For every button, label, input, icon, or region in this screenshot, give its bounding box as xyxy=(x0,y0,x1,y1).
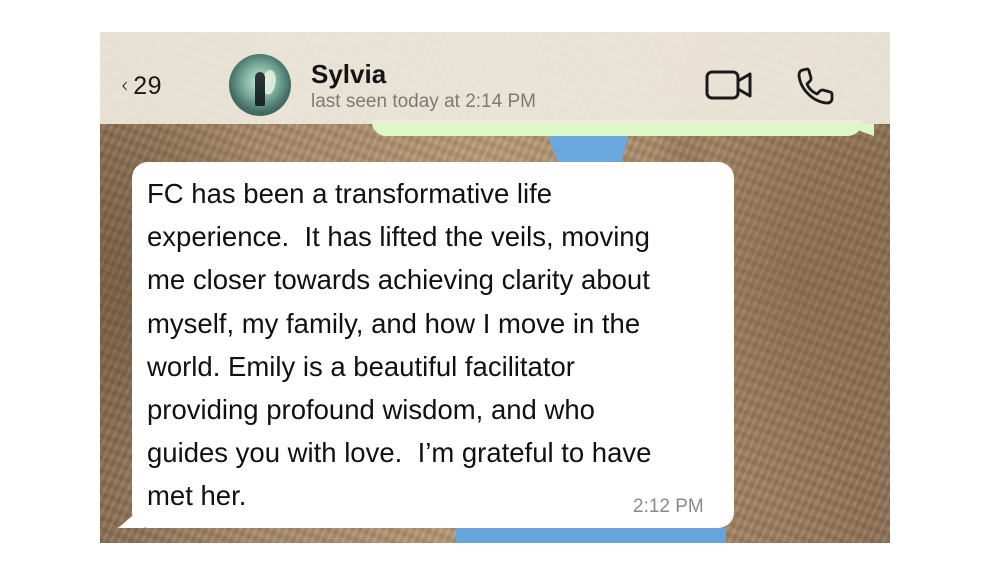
message-line: myself, my family, and how I move in the xyxy=(147,307,641,339)
message-line: guides you with love. I’m grateful to ha… xyxy=(147,437,652,469)
chevron-left-icon xyxy=(122,81,127,91)
voice-call-button[interactable] xyxy=(796,66,836,111)
message-line: experience. It has lifted the veils, mov… xyxy=(147,221,650,253)
avatar[interactable] xyxy=(229,54,291,116)
message-line: providing profound wisdom, and who xyxy=(147,394,595,426)
wallpaper-sky-patch-bottom xyxy=(456,528,726,543)
message-text: FC has been a transformative life experi… xyxy=(147,172,727,518)
message-timestamp: 2:12 PM xyxy=(633,496,704,517)
chat-header: 29 Sylvia last seen today at 2:14 PM xyxy=(100,32,890,124)
video-call-button[interactable] xyxy=(705,68,753,107)
last-seen-status: last seen today at 2:14 PM xyxy=(311,91,536,112)
back-button[interactable]: 29 xyxy=(122,68,162,104)
unread-count: 29 xyxy=(133,71,162,100)
chat-window: 29 Sylvia last seen today at 2:14 PM FC … xyxy=(100,32,890,543)
avatar-figure-shape xyxy=(255,72,265,106)
phone-icon xyxy=(797,67,834,105)
contact-name[interactable]: Sylvia xyxy=(311,59,386,90)
message-line: world. Emily is a beautiful facilitator xyxy=(147,350,575,382)
message-line: me closer towards achieving clarity abou… xyxy=(147,264,650,296)
message-line: FC has been a transformative life xyxy=(147,178,553,209)
video-camera-icon xyxy=(705,70,752,100)
